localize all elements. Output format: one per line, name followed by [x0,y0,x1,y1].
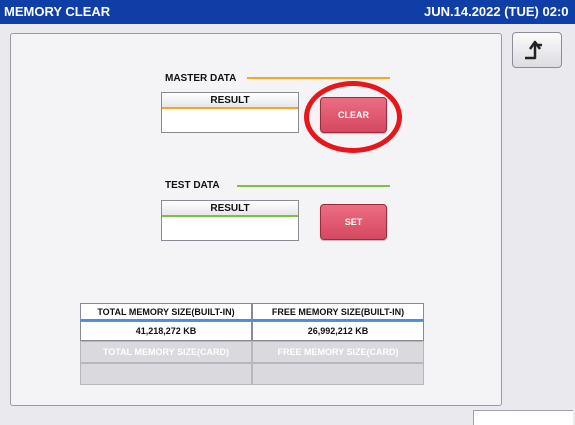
memory-header-row: TOTAL MEMORY SIZE(BUILT-IN) FREE MEMORY … [80,303,424,321]
total-memory-card-value [80,363,252,385]
date-time: JUN.14.2022 (TUE) 02:0 [424,4,569,19]
memory-card-value-row [80,363,424,385]
free-memory-builtin-label: FREE MEMORY SIZE(BUILT-IN) [252,303,424,321]
test-result-value [162,217,298,240]
screen-title: MEMORY CLEAR [4,4,111,19]
free-memory-builtin-value: 26,992,212 KB [252,321,424,341]
test-result-header: RESULT [162,201,298,217]
memory-size-table: TOTAL MEMORY SIZE(BUILT-IN) FREE MEMORY … [80,303,424,385]
free-memory-card-value [252,363,424,385]
free-memory-card-label: FREE MEMORY SIZE(CARD) [252,341,424,363]
title-bar: MEMORY CLEAR JUN.14.2022 (TUE) 02:0 [0,0,575,24]
master-result-box: RESULT [161,92,299,133]
test-data-divider [237,185,390,187]
total-memory-card-label: TOTAL MEMORY SIZE(CARD) [80,341,252,363]
master-result-value [162,109,298,132]
memory-card-header-row: TOTAL MEMORY SIZE(CARD) FREE MEMORY SIZE… [80,341,424,363]
back-button[interactable] [512,32,562,68]
status-area [473,410,573,425]
return-arrow-icon [525,40,542,60]
test-data-label: TEST DATA [165,180,220,191]
clear-button-highlight [304,81,402,153]
master-data-label: MASTER DATA [165,73,237,84]
memory-value-row: 41,218,272 KB 26,992,212 KB [80,321,424,341]
set-button[interactable]: SET [320,204,387,240]
test-result-box: RESULT [161,200,299,241]
right-side-area [508,80,568,406]
total-memory-builtin-value: 41,218,272 KB [80,321,252,341]
total-memory-builtin-label: TOTAL MEMORY SIZE(BUILT-IN) [80,303,252,321]
master-result-header: RESULT [162,93,298,109]
master-data-divider [247,77,390,79]
